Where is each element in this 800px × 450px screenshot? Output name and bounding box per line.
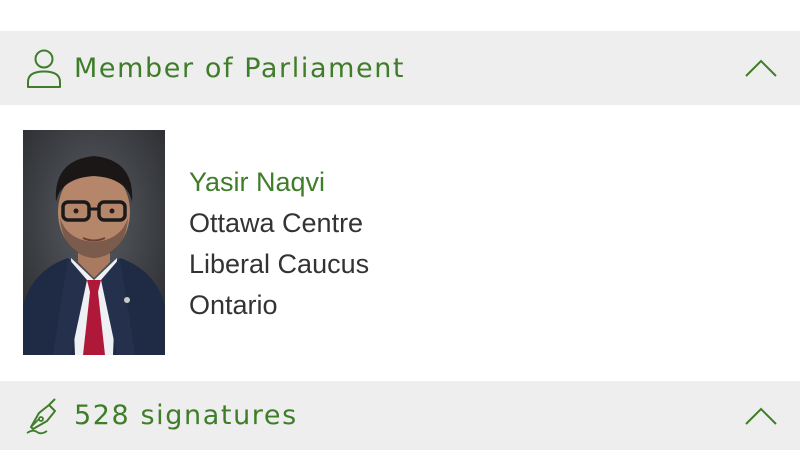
- person-icon: [27, 49, 61, 88]
- chevron-up-icon[interactable]: [744, 406, 778, 426]
- mp-info: Yasir Naqvi Ottawa Centre Liberal Caucus…: [189, 162, 369, 326]
- mp-province: Ontario: [189, 290, 278, 320]
- mp-caucus: Liberal Caucus: [189, 249, 370, 279]
- signatures-section-header[interactable]: 528 signatures: [0, 381, 800, 450]
- mp-photo: [23, 130, 165, 355]
- signatures-count-title: 528 signatures: [74, 400, 298, 431]
- mp-section-title: Member of Parliament: [74, 52, 406, 84]
- chevron-up-icon[interactable]: [744, 58, 778, 78]
- mp-name-link[interactable]: Yasir Naqvi: [189, 162, 369, 203]
- signature-pen-icon: [26, 398, 56, 435]
- mp-riding: Ottawa Centre: [189, 208, 364, 238]
- mp-section-header[interactable]: Member of Parliament: [0, 31, 800, 105]
